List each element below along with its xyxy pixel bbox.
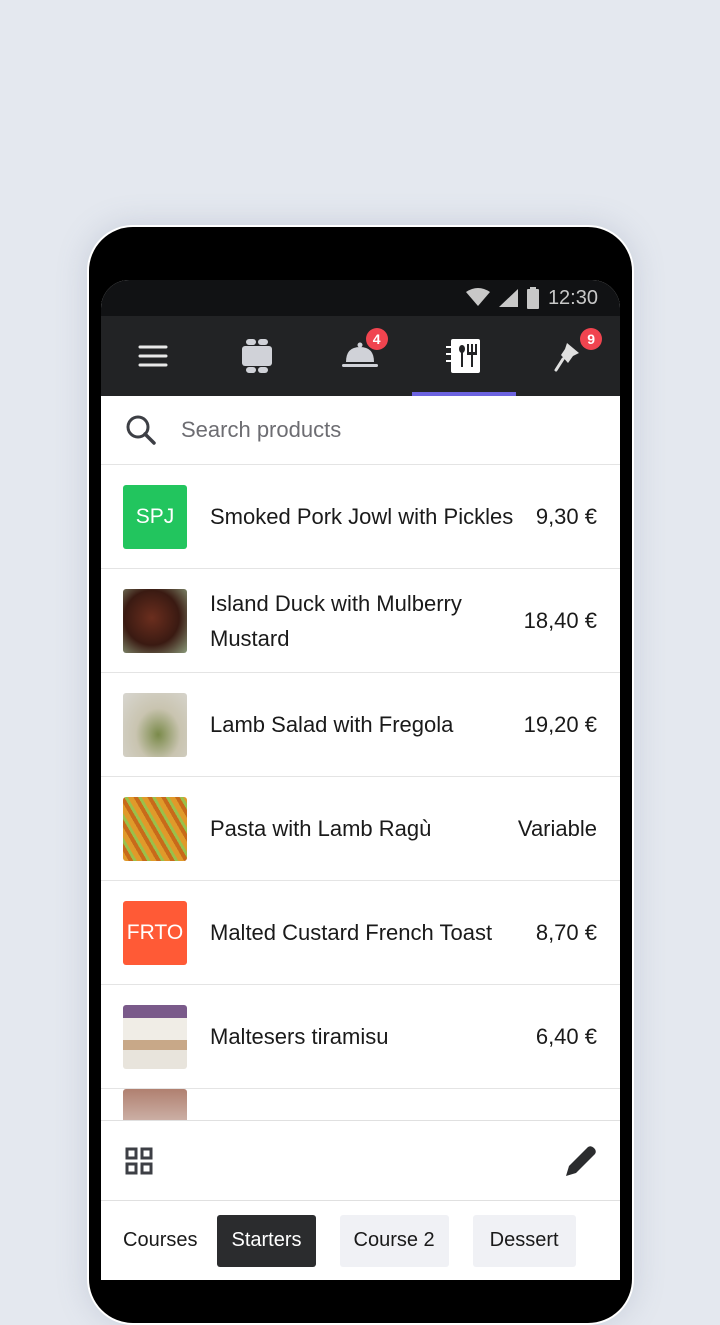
signal-icon	[498, 289, 518, 307]
product-row[interactable]: Island Duck with Mulberry Mustard 18,40 …	[101, 569, 620, 673]
tab-pinned[interactable]: 9	[516, 316, 620, 396]
product-row[interactable]: Maltesers tiramisu 6,40 €	[101, 985, 620, 1089]
product-name: Maltesers tiramisu	[210, 1024, 389, 1049]
tab-orders[interactable]: 4	[309, 316, 413, 396]
search-icon	[126, 415, 156, 445]
bottom-toolbar	[101, 1120, 620, 1200]
product-image	[123, 692, 187, 757]
product-initials-tile: SPJ	[123, 484, 187, 549]
product-price: Variable	[517, 815, 597, 841]
product-row[interactable]: SPJ Smoked Pork Jowl with Pickles 9,30 €	[101, 465, 620, 569]
pencil-icon[interactable]	[564, 1144, 598, 1178]
clock: 12:30	[547, 286, 598, 309]
grid-view-icon[interactable]	[125, 1147, 153, 1175]
search-bar[interactable]: Search products	[101, 396, 620, 465]
courses-label: Courses	[123, 1229, 198, 1251]
product-row[interactable]: Lamb Salad with Fregola 19,20 €	[101, 673, 620, 777]
product-price: 9,30 €	[535, 503, 597, 529]
product-row[interactable]: FRTO Malted Custard French Toast 8,70 €	[101, 881, 620, 985]
product-name: Pasta with Lamb Ragù	[210, 816, 432, 841]
screen: 12:30 4 9 Search products SPJ Smoked Por…	[101, 280, 620, 1280]
menu-icon	[138, 345, 168, 367]
orders-badge: 4	[365, 328, 388, 350]
search-input[interactable]: Search products	[181, 417, 341, 443]
tab-tables[interactable]	[205, 316, 309, 396]
battery-icon	[526, 287, 539, 309]
product-name: Malted Custard French Toast	[210, 920, 493, 945]
product-name: Lamb Salad with Fregola	[210, 712, 454, 737]
pin-icon	[554, 343, 580, 372]
product-name: Island Duck with Mulberry Mustard	[210, 590, 462, 651]
product-row[interactable]: Pasta with Lamb Ragù Variable	[101, 777, 620, 881]
course-chip-course-2[interactable]: Course 2	[339, 1214, 449, 1267]
product-price: 6,40 €	[535, 1023, 597, 1049]
product-name: Smoked Pork Jowl with Pickles	[210, 504, 514, 529]
product-image	[123, 588, 187, 653]
product-image	[123, 1004, 187, 1069]
wifi-icon	[465, 288, 490, 306]
product-initials-tile: FRTO	[123, 900, 187, 965]
top-nav: 4 9	[101, 316, 620, 396]
courses-bar: Courses Starters Course 2 Dessert	[101, 1200, 620, 1280]
product-price: 19,20 €	[523, 711, 597, 737]
status-bar: 12:30	[101, 280, 620, 316]
product-price: 8,70 €	[535, 919, 597, 945]
table-icon	[241, 339, 272, 373]
product-list: SPJ Smoked Pork Jowl with Pickles 9,30 €…	[101, 465, 620, 1193]
pinned-badge: 9	[580, 328, 603, 350]
tab-products[interactable]	[412, 316, 516, 396]
product-image	[123, 796, 187, 861]
product-price: 18,40 €	[523, 607, 597, 633]
menu-book-icon	[446, 339, 481, 373]
tab-menu[interactable]	[101, 316, 205, 396]
course-chip-starters[interactable]: Starters	[217, 1214, 316, 1267]
course-chip-dessert[interactable]: Dessert	[472, 1214, 576, 1267]
